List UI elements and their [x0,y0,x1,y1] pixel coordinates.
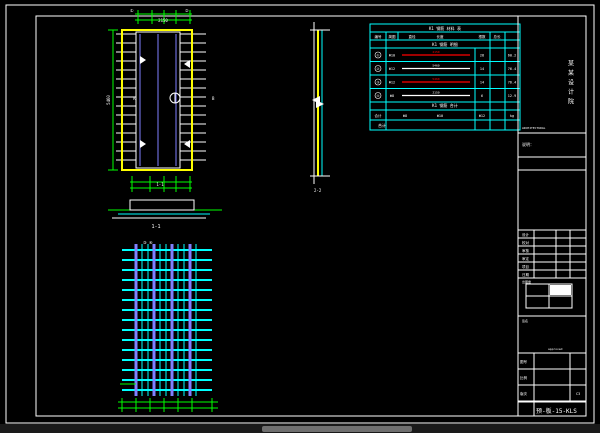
field-label: 版次 [520,391,528,396]
sign-label: 签名 [522,318,528,323]
info-label: 审核 [522,248,530,253]
schedule-row-id: ④ [376,94,380,98]
section-label: 1-1 [151,224,160,230]
schedule-row-total: 60.2 [508,54,516,58]
schedule-group-1: K1 钢筋 明细 [432,41,458,47]
schedule-header-cell: 总长 [494,34,502,39]
reinforcement-grid [118,244,218,412]
schedule-title: K1 钢筋 材料 表 [429,25,461,31]
inner-frame [35,15,587,417]
outer-frame [5,4,595,424]
schedule-row-total: 12.9 [508,94,516,98]
plan-label: 1-1 [156,182,164,187]
schedule-header-cell: 长度 [437,34,445,39]
field-label: 比例 [520,375,528,380]
schedule-group-2: K1 钢筋 合计 [432,102,458,108]
info-label: 设计 [522,232,530,237]
company-name: 某 某 设 计 院 [567,60,574,106]
schedule-row-count: 14 [480,67,484,71]
svg-text:approved: approved [548,347,563,351]
svg-text:2-2: 2-2 [314,188,322,193]
schedule-row-id: ② [376,67,380,71]
schedule-row-len: 5460 [432,64,439,68]
schedule-total-cell: kg [510,114,514,118]
info-label: 项目 [522,264,529,269]
svg-text:①: ① [130,8,134,13]
svg-text:2150: 2150 [158,18,168,23]
schedule-row-dia: Φ10 [389,54,395,58]
schedule-row-dia: Φ12 [389,67,395,71]
stamp-label: 出图章 [522,279,531,284]
field-label: 图号 [520,359,528,364]
schedule-row-count: 28 [480,54,484,58]
svg-text:5460: 5460 [106,95,111,105]
cad-drawing-canvas[interactable]: 2150 5460 A B ① ② 1-1 1-1 2-2 ③ ④ K1 钢筋 … [0,0,600,433]
schedule-total-cell: Φ10 [437,114,443,118]
schedule-row-dia: Φ12 [389,81,395,85]
info-label: 日期 [522,272,530,277]
schedule-header-cell: 根数 [479,34,487,39]
info-label: 校对 [522,240,530,245]
schedule-sum: 合计 [378,122,386,128]
schedule-row-total: 76.4 [508,81,516,85]
schedule-row-count: 6 [481,94,483,98]
schedule-row-len: 2150 [432,50,439,54]
schedule-header-cell: 直径 [409,34,417,39]
svg-text:③ ④: ③ ④ [143,240,153,245]
svg-text:ARCHITECTURAL: ARCHITECTURAL [522,126,546,130]
svg-text:②: ② [185,8,189,13]
material-schedule: K1 钢筋 材料 表 K1 钢筋 明细 编号 简图 直径 长度 根数 总长 ① Φ10 215… [369,23,521,131]
schedule-total-cell: Φ8 [403,114,407,118]
title-block: 某 某 设 计 院 ARCHITECTURAL 说明： 设计校对审核审定项目日期… [517,16,586,416]
schedule-row-id: ① [376,54,380,58]
schedule-row-count: 14 [480,81,484,85]
svg-text:B: B [212,96,215,101]
schedule-row-len: 5460 [432,77,439,81]
schedule-total-cell: 合计 [375,113,383,118]
side-note: 说明： [522,141,534,147]
section-view: 1-1 [108,199,222,230]
schedule-row-id: ③ [376,81,380,85]
side-elevation: 2-2 [310,22,330,193]
schedule-header-cell: 简图 [389,34,397,39]
scrollbar-thumb[interactable] [262,426,412,432]
plan-view: 2150 5460 A B ① ② 1-1 [106,8,215,192]
drawing-number: 预-板-15-KLS [536,407,577,415]
info-label: 审定 [522,256,530,261]
schedule-total-cell: Φ12 [479,114,485,118]
schedule-row-len: 2150 [432,91,439,95]
field-value: C3 [576,392,580,396]
schedule-row-total: 76.4 [508,67,516,71]
schedule-header-cell: 编号 [375,34,383,39]
schedule-row-dia: Φ8 [390,94,394,98]
